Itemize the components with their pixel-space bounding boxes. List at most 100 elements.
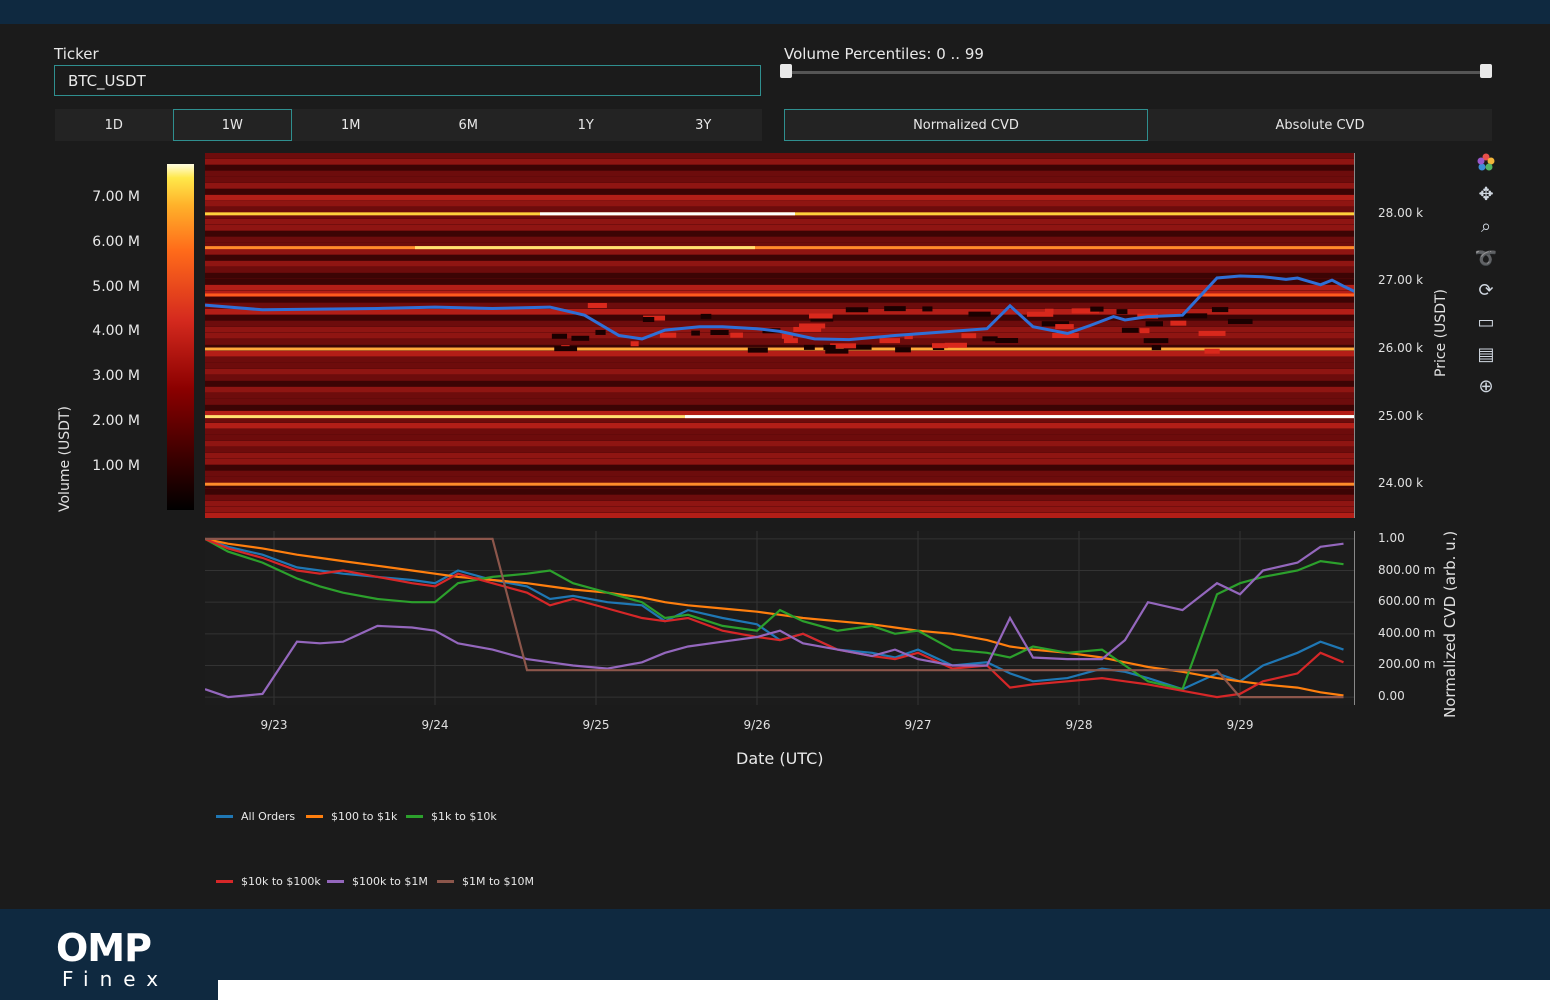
heatmap-row xyxy=(205,381,1355,387)
heatmap-cell xyxy=(922,306,933,312)
heatmap-cell xyxy=(1143,338,1169,344)
heatmap-cell xyxy=(944,342,967,348)
heatmap-row xyxy=(205,231,1355,237)
heatmap-row xyxy=(205,465,1355,471)
range-button-1w[interactable]: 1W xyxy=(172,109,292,141)
lasso-icon[interactable]: ➰ xyxy=(1470,242,1502,274)
heatmap-cell xyxy=(845,307,869,313)
comment-icon[interactable]: ▤ xyxy=(1470,338,1502,370)
heatmap-row xyxy=(205,261,1355,267)
legend-swatch xyxy=(406,815,423,818)
heatmap-level-band xyxy=(205,347,1355,351)
heatmap-row xyxy=(205,351,1355,357)
heatmap-cell xyxy=(659,332,677,338)
heatmap-level-band xyxy=(205,482,1355,486)
cvd-axis-label: Normalized CVD (arb. u.) xyxy=(1441,530,1459,718)
heatmap-row xyxy=(205,225,1355,231)
slider-max-handle[interactable] xyxy=(1480,64,1492,78)
heatmap-row xyxy=(205,249,1355,255)
cvd-tick-label: 0.00 xyxy=(1378,689,1405,704)
cvd-tick-label: 1.00 xyxy=(1378,530,1405,545)
range-button-1m[interactable]: 1M xyxy=(292,109,410,141)
ticker-label: Ticker xyxy=(54,45,99,63)
heatmap-cell xyxy=(1198,330,1226,336)
reset-icon[interactable]: ⟳ xyxy=(1470,274,1502,306)
date-tick-label: 9/26 xyxy=(743,718,771,732)
heatmap-row xyxy=(205,363,1355,369)
heatmap-cell xyxy=(642,316,655,322)
heatmap-row xyxy=(205,477,1355,483)
price-tick-label: 27.00 k xyxy=(1378,273,1424,288)
legend-item[interactable]: $1M to $10M xyxy=(437,875,534,888)
zoom-icon[interactable]: ⌕ xyxy=(1470,210,1502,242)
price-tick-label: 25.00 k xyxy=(1378,408,1424,423)
slider-min-handle[interactable] xyxy=(780,64,792,78)
cvd-tick-label: 600.00 m xyxy=(1378,594,1436,609)
normalized-cvd-button[interactable]: Normalized CVD xyxy=(784,109,1148,141)
heatmap-cell xyxy=(968,311,991,317)
heatmap-cell xyxy=(884,306,906,312)
plotly-logo-icon[interactable] xyxy=(1470,146,1502,178)
absolute-cvd-button[interactable]: Absolute CVD xyxy=(1148,109,1492,141)
cvd-mode-button-group: Normalized CVD Absolute CVD xyxy=(784,109,1492,141)
heatmap-cell xyxy=(1055,324,1074,330)
ticker-input[interactable] xyxy=(54,65,761,96)
heatmap-cell xyxy=(961,333,977,339)
range-button-1d[interactable]: 1D xyxy=(55,109,173,141)
range-button-6m[interactable]: 6M xyxy=(410,109,528,141)
range-button-1y[interactable]: 1Y xyxy=(527,109,645,141)
date-tick-label: 9/23 xyxy=(260,718,288,732)
price-tick-label: 24.00 k xyxy=(1378,476,1424,491)
volume-percentiles-label: Volume Percentiles: 0 .. 99 xyxy=(784,45,984,63)
heatmap-cell xyxy=(1121,327,1139,333)
heatmap-cell xyxy=(1116,309,1128,315)
logo-wordmark: OMP xyxy=(56,926,152,970)
date-tick-label: 9/28 xyxy=(1065,718,1093,732)
heatmap-level-band xyxy=(205,293,1355,297)
heatmap-cell xyxy=(1170,320,1187,326)
legend-label: $100k to $1M xyxy=(352,875,428,888)
heatmap-row xyxy=(205,369,1355,375)
save-icon[interactable]: ▭ xyxy=(1470,306,1502,338)
legend-item[interactable]: $100 to $1k xyxy=(306,810,397,823)
heatmap-row xyxy=(205,387,1355,393)
price-tick-label: 26.00 k xyxy=(1378,341,1424,356)
heatmap-row xyxy=(205,459,1355,465)
cvd-line-chart[interactable] xyxy=(205,531,1355,705)
heatmap-cell xyxy=(630,341,639,347)
heatmap-cell xyxy=(595,329,606,335)
heatmap-row xyxy=(205,471,1355,477)
date-axis-label: Date (UTC) xyxy=(736,749,824,768)
heatmap-row xyxy=(205,273,1355,279)
legend-item[interactable]: $1k to $10k xyxy=(406,810,497,823)
legend-swatch xyxy=(306,815,323,818)
volume-colorbar xyxy=(167,164,194,510)
heatmap-level-band xyxy=(540,212,795,216)
legend-item[interactable]: $10k to $100k xyxy=(216,875,321,888)
heatmap-level-band xyxy=(205,246,1355,250)
heatmap-level-band xyxy=(685,415,1355,419)
date-tick-label: 9/25 xyxy=(582,718,610,732)
colorbar-tick-label: 6.00 M xyxy=(92,233,140,250)
plot-toolbar: ✥ ⌕ ➰ ⟳ ▭ ▤ ⊕ xyxy=(1470,146,1502,402)
volume-percentiles-slider-track[interactable] xyxy=(786,71,1486,74)
heatmap-cell xyxy=(730,332,743,338)
crosshair-icon[interactable]: ⊕ xyxy=(1470,370,1502,402)
heatmap-row xyxy=(205,207,1355,213)
heatmap-row xyxy=(205,423,1355,429)
range-button-group: 1D 1W 1M 6M 1Y 3Y xyxy=(55,109,762,141)
heatmap-row xyxy=(205,279,1355,285)
legend-swatch xyxy=(327,880,344,883)
legend-item[interactable]: All Orders xyxy=(216,810,295,823)
legend-item[interactable]: $100k to $1M xyxy=(327,875,428,888)
heatmap-cell xyxy=(895,347,911,353)
heatmap-row xyxy=(205,183,1355,189)
heatmap-row xyxy=(205,177,1355,183)
order-book-heatmap[interactable] xyxy=(205,153,1355,518)
pan-icon[interactable]: ✥ xyxy=(1470,178,1502,210)
range-button-3y[interactable]: 3Y xyxy=(645,109,763,141)
heatmap-cell xyxy=(700,313,712,319)
heatmap-row xyxy=(205,219,1355,225)
heatmap-row xyxy=(205,171,1355,177)
price-tick-label: 28.00 k xyxy=(1378,205,1424,220)
